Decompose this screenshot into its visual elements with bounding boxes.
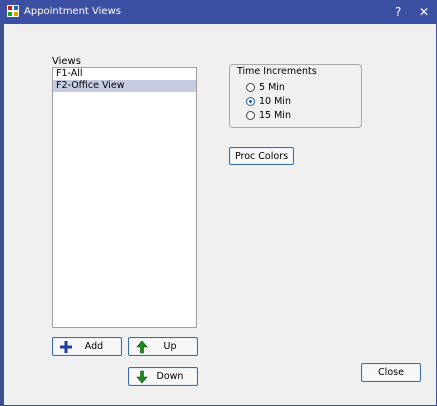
views-list[interactable]: F1-All F2-Office View bbox=[52, 67, 197, 328]
radio-button-5-min[interactable] bbox=[246, 83, 255, 92]
radio-label-5-min: 5 Min bbox=[259, 82, 285, 93]
close-button[interactable]: Close bbox=[361, 363, 421, 382]
list-item-f1-all[interactable]: F1-All bbox=[53, 68, 196, 80]
add-button[interactable]: Add bbox=[52, 337, 122, 356]
plus-icon bbox=[60, 341, 72, 353]
close-label: Close bbox=[378, 367, 404, 378]
time-increments-legend: Time Increments bbox=[235, 66, 319, 77]
up-button[interactable]: Up bbox=[128, 337, 198, 356]
window-title: Appointment Views bbox=[24, 6, 121, 17]
up-label: Up bbox=[163, 341, 177, 352]
radio-button-10-min[interactable] bbox=[246, 97, 255, 106]
up-arrow-icon bbox=[136, 340, 148, 354]
add-label: Add bbox=[84, 341, 104, 352]
proc-colors-button[interactable]: Proc Colors bbox=[229, 147, 294, 165]
down-arrow-icon bbox=[136, 370, 148, 384]
proc-colors-label: Proc Colors bbox=[234, 150, 289, 162]
radio-label-15-min: 15 Min bbox=[259, 110, 291, 121]
radio-button-15-min[interactable] bbox=[246, 111, 255, 120]
app-icon bbox=[7, 5, 19, 17]
down-button[interactable]: Down bbox=[128, 367, 198, 386]
radio-10-min[interactable]: 10 Min bbox=[246, 95, 291, 108]
views-label: Views bbox=[52, 56, 81, 67]
appointment-views-dialog: Appointment Views ? ✕ Views F1-All F2-Of… bbox=[0, 0, 437, 406]
title-bar: Appointment Views ? ✕ bbox=[0, 0, 437, 24]
list-item-f2-office-view[interactable]: F2-Office View bbox=[53, 80, 196, 92]
time-increments-group: Time Increments 5 Min 10 Min 15 Min bbox=[229, 64, 362, 128]
help-button[interactable]: ? bbox=[395, 4, 401, 20]
radio-label-10-min: 10 Min bbox=[259, 96, 291, 107]
window-close-button[interactable]: ✕ bbox=[419, 4, 429, 20]
radio-5-min[interactable]: 5 Min bbox=[246, 81, 285, 94]
radio-15-min[interactable]: 15 Min bbox=[246, 109, 291, 122]
